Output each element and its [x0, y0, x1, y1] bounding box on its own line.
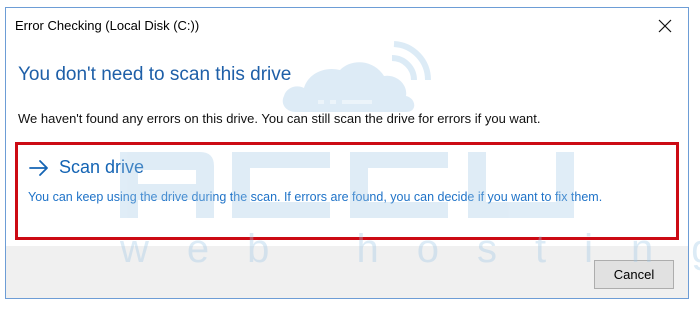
- scan-drive-option[interactable]: Scan drive You can keep using the drive …: [15, 142, 679, 240]
- close-icon: [658, 19, 672, 33]
- cancel-button[interactable]: Cancel: [594, 260, 674, 289]
- dialog-description: We haven't found any errors on this driv…: [18, 111, 541, 126]
- dialog-footer: Cancel: [6, 246, 688, 298]
- window-title: Error Checking (Local Disk (C:)): [15, 18, 200, 33]
- title-bar: Error Checking (Local Disk (C:)): [6, 8, 688, 44]
- scan-drive-label: Scan drive: [59, 157, 145, 177]
- close-button[interactable]: [642, 8, 688, 44]
- dialog-heading: You don't need to scan this drive: [18, 64, 292, 85]
- error-checking-dialog: Error Checking (Local Disk (C:)) You don…: [5, 7, 689, 299]
- arrow-right-icon: [29, 160, 48, 176]
- scan-drive-description: You can keep using the drive during the …: [28, 190, 603, 204]
